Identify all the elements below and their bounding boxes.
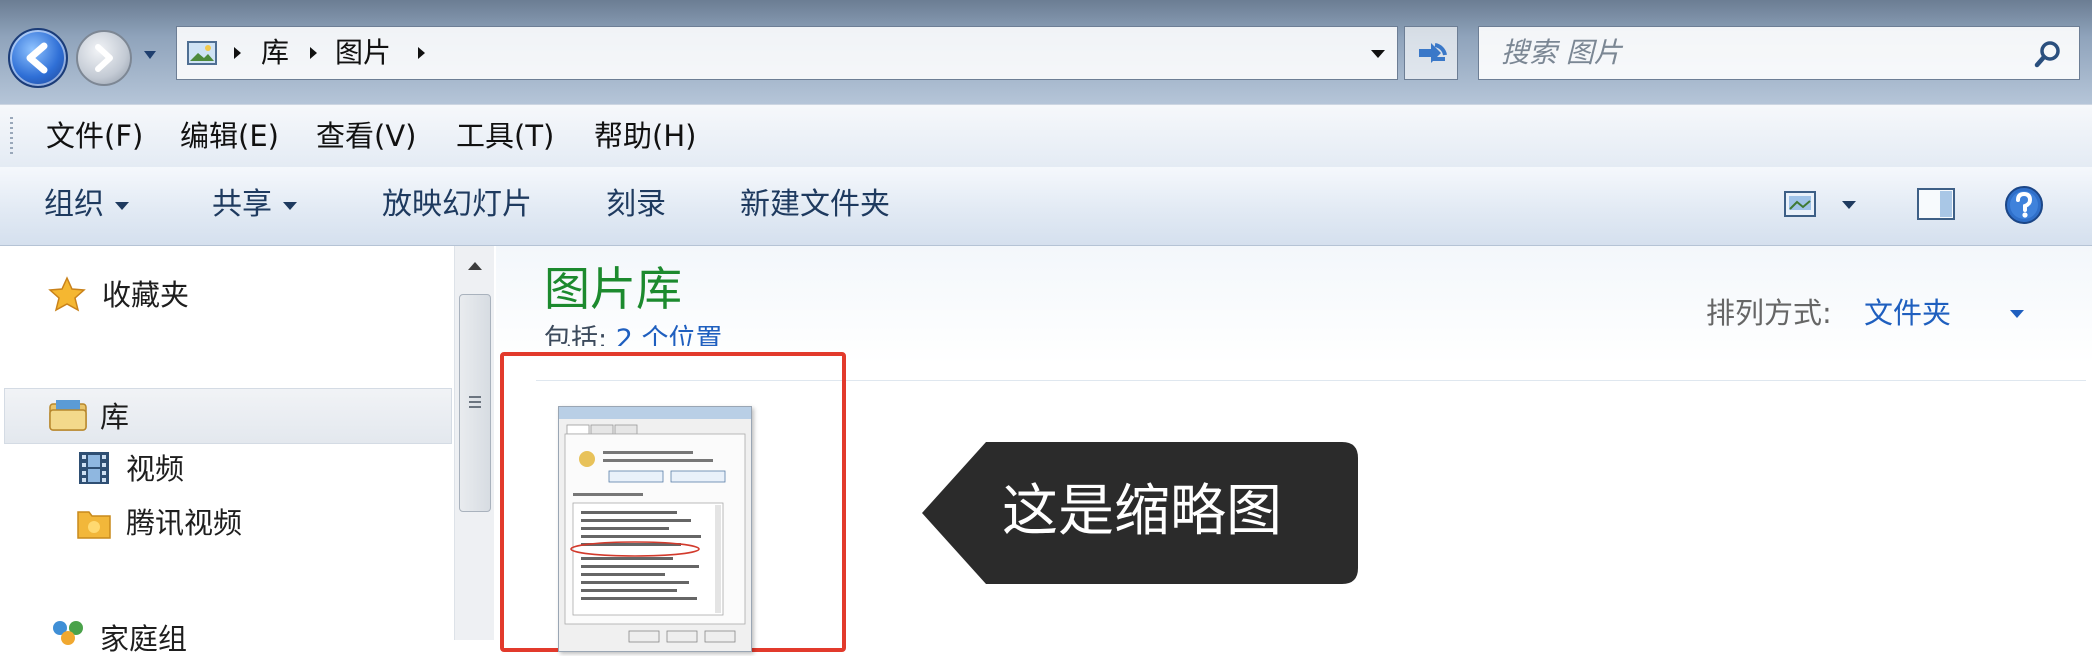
includes-label: 包括: — [544, 324, 608, 346]
arrange-by-label: 排列方式: — [1706, 296, 1832, 330]
callout-annotation: 这是缩略图 — [922, 442, 1358, 584]
forward-button[interactable] — [76, 30, 132, 86]
slideshow-button[interactable]: 放映幻灯片 — [382, 187, 532, 223]
menu-tools[interactable]: 工具(T) — [456, 119, 554, 153]
homegroup-icon — [53, 621, 83, 645]
nav-videos[interactable]: 视频 — [126, 452, 184, 486]
callout-text: 这是缩略图 — [1002, 479, 1282, 544]
chevron-down-icon — [283, 201, 297, 210]
menu-grip — [10, 117, 13, 155]
menu-view[interactable]: 查看(V) — [316, 119, 416, 153]
forward-arrow-icon — [95, 44, 113, 72]
content-pane: 图片库 包括: 2 个位置 排列方式: 文件夹 这是缩略图 — [496, 246, 2092, 652]
command-bar: 组织 共享 放映幻灯片 刻录 新建文件夹 — [0, 167, 2092, 246]
organize-label: 组织 — [44, 187, 104, 222]
nav-homegroup[interactable]: 家庭组 — [100, 622, 187, 656]
search-input[interactable]: 搜索 图片 — [1478, 26, 2080, 80]
film-icon — [79, 452, 109, 484]
chevron-down-icon — [115, 201, 129, 210]
share-label: 共享 — [212, 187, 272, 222]
preview-pane-icon[interactable] — [1916, 187, 1956, 221]
refresh-button[interactable] — [1404, 26, 1458, 80]
library-title: 图片库 — [544, 262, 682, 316]
search-placeholder: 搜索 图片 — [1501, 36, 1622, 69]
scroll-grip-icon — [469, 396, 481, 408]
breadcrumb-pictures[interactable]: 图片 — [335, 37, 391, 69]
includes-locations-link[interactable]: 2 个位置 — [616, 324, 723, 346]
address-bar[interactable]: 库 图片 — [176, 26, 1398, 80]
back-arrow-icon — [26, 42, 48, 74]
star-icon — [48, 276, 86, 312]
library-icon — [49, 400, 87, 431]
breadcrumb-arrow-icon[interactable] — [231, 45, 243, 61]
nav-libraries[interactable]: 库 — [100, 400, 129, 434]
nav-tencent-video[interactable]: 腾讯视频 — [126, 506, 242, 540]
arrange-by-dropdown[interactable]: 文件夹 — [1864, 296, 1951, 330]
folder-icon — [77, 511, 111, 539]
search-icon[interactable] — [2033, 39, 2063, 69]
scrollbar-thumb[interactable] — [459, 294, 491, 512]
help-icon[interactable] — [2004, 185, 2044, 225]
new-folder-button[interactable]: 新建文件夹 — [740, 187, 890, 223]
menu-edit[interactable]: 编辑(E) — [180, 119, 279, 153]
dialog-screenshot-thumbnail — [559, 407, 751, 651]
image-thumbnail[interactable] — [558, 406, 752, 652]
address-toolbar: 库 图片 搜索 图片 — [0, 0, 2092, 104]
breadcrumb-arrow-icon[interactable] — [415, 45, 427, 61]
menu-bar: 文件(F) 编辑(E) 查看(V) 工具(T) 帮助(H) — [0, 104, 2092, 168]
nav-pane-scrollbar[interactable] — [454, 246, 494, 640]
library-includes: 包括: 2 个位置 — [544, 324, 722, 346]
breadcrumb-arrow-icon[interactable] — [307, 45, 319, 61]
burn-button[interactable]: 刻录 — [606, 187, 666, 223]
back-button[interactable] — [8, 28, 68, 88]
pictures-library-icon — [187, 41, 217, 65]
breadcrumb-library[interactable]: 库 — [261, 37, 289, 69]
share-button[interactable]: 共享 — [212, 187, 298, 223]
navigation-pane: 收藏夹 库 视频 腾讯视频 家庭组 — [0, 246, 456, 656]
organize-button[interactable]: 组织 — [44, 187, 130, 223]
address-history-dropdown-icon[interactable] — [1369, 47, 1387, 61]
view-options-dropdown-icon[interactable] — [1840, 199, 1858, 211]
nav-favorites[interactable]: 收藏夹 — [102, 278, 189, 312]
chevron-down-icon[interactable] — [2008, 308, 2026, 320]
scroll-up-arrow-icon[interactable] — [466, 260, 484, 272]
recent-pages-dropdown-icon[interactable] — [142, 48, 158, 62]
menu-help[interactable]: 帮助(H) — [594, 119, 696, 153]
refresh-icon — [1419, 43, 1447, 63]
menu-file[interactable]: 文件(F) — [46, 119, 143, 153]
change-view-icon[interactable] — [1784, 191, 1816, 217]
